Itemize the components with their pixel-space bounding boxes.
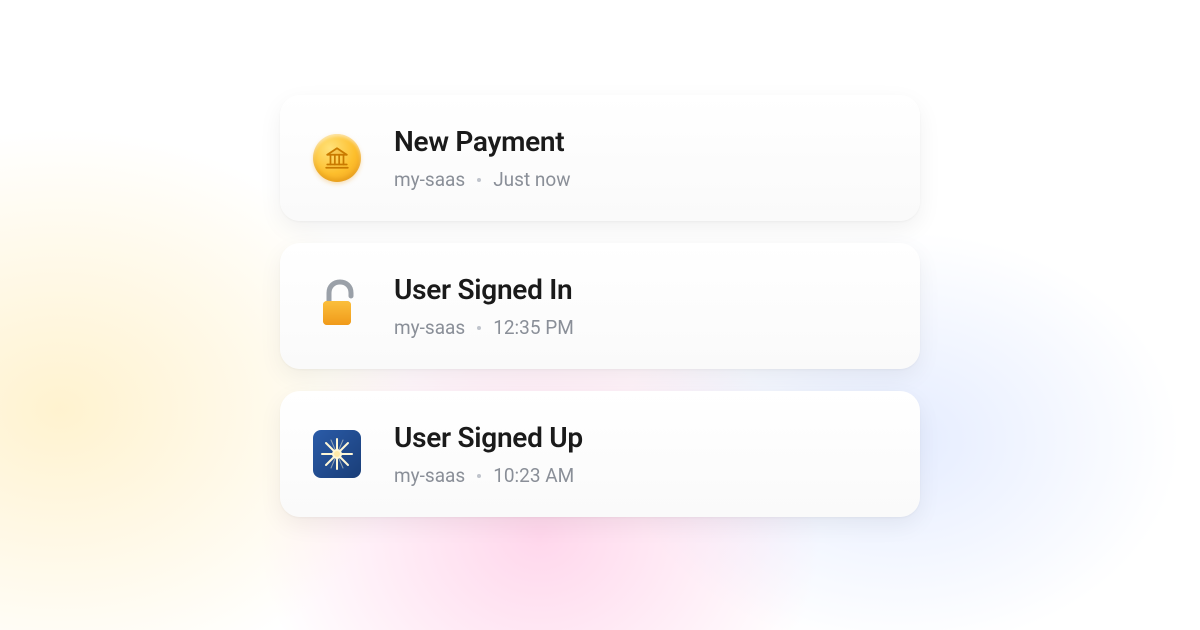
notification-content: New Payment my-saas Just now xyxy=(394,125,571,191)
notification-content: User Signed In my-saas 12:35 PM xyxy=(394,273,574,339)
notification-meta: my-saas 12:35 PM xyxy=(394,316,574,339)
notification-title: User Signed In xyxy=(394,273,574,306)
notification-source: my-saas xyxy=(394,168,465,191)
bank-coin-icon xyxy=(310,131,364,185)
notification-source: my-saas xyxy=(394,316,465,339)
notification-meta: my-saas Just now xyxy=(394,168,571,191)
notification-title: New Payment xyxy=(394,125,571,158)
notification-source: my-saas xyxy=(394,464,465,487)
notification-time: Just now xyxy=(493,168,570,191)
notification-card-new-payment[interactable]: New Payment my-saas Just now xyxy=(280,95,920,221)
meta-separator-dot xyxy=(477,326,481,330)
meta-separator-dot xyxy=(477,474,481,478)
notification-card-user-signed-up[interactable]: User Signed Up my-saas 10:23 AM xyxy=(280,391,920,517)
notification-time: 10:23 AM xyxy=(493,464,574,487)
spark-tile-icon xyxy=(310,427,364,481)
meta-separator-dot xyxy=(477,178,481,182)
unlocked-padlock-icon xyxy=(310,279,364,333)
notification-content: User Signed Up my-saas 10:23 AM xyxy=(394,421,583,487)
notification-title: User Signed Up xyxy=(394,421,583,454)
notification-card-user-signed-in[interactable]: User Signed In my-saas 12:35 PM xyxy=(280,243,920,369)
notification-meta: my-saas 10:23 AM xyxy=(394,464,583,487)
notification-time: 12:35 PM xyxy=(493,316,574,339)
notification-list: New Payment my-saas Just now xyxy=(280,0,920,517)
